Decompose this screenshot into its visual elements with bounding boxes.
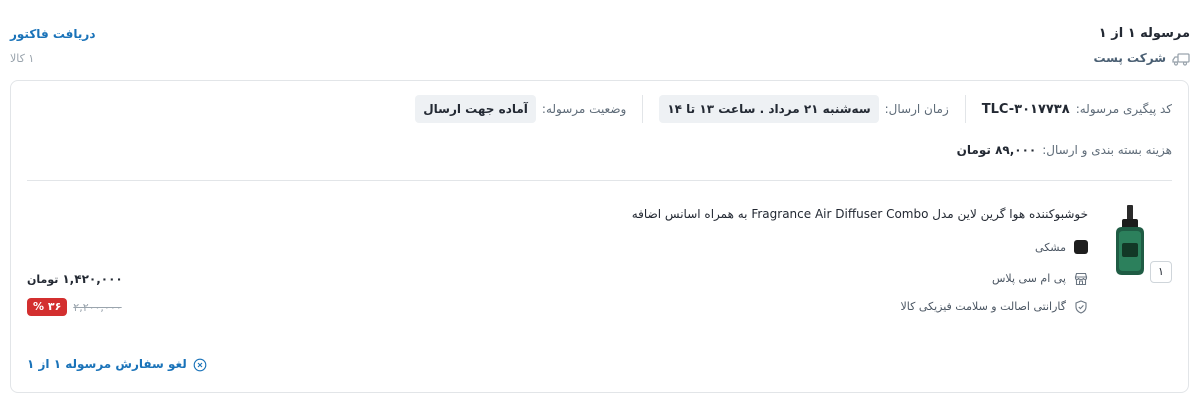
product-title[interactable]: خوشبوکننده هوا گرین لاین مدل Fragrance A… xyxy=(632,207,1088,221)
product-warranty: گارانتی اصالت و سلامت فیزیکی کالا xyxy=(900,299,1089,314)
tracking-label: کد پیگیری مرسوله: xyxy=(1075,102,1172,116)
product-price: ۱,۴۲۰,۰۰۰ تومان xyxy=(27,272,123,286)
section-divider xyxy=(27,180,1172,181)
shipping-cost-label: هزینه بسته بندی و ارسال: xyxy=(1042,143,1172,157)
tracking-info: کد پیگیری مرسوله: TLC-۳۰۱۷۷۳۸ xyxy=(982,102,1172,117)
status-label: وضعیت مرسوله: xyxy=(541,102,627,116)
product-image[interactable] xyxy=(1112,203,1148,279)
color-label: مشکی xyxy=(1035,240,1066,254)
warranty-label: گارانتی اصالت و سلامت فیزیکی کالا xyxy=(900,299,1067,313)
product-color: مشکی xyxy=(1035,240,1088,254)
divider xyxy=(642,95,644,123)
shipment-header: مرسوله ۱ از ۱ شرکت پست xyxy=(1093,25,1190,66)
color-swatch xyxy=(1074,240,1088,254)
carrier-name: شرکت پست xyxy=(1093,51,1166,65)
status-info: وضعیت مرسوله: آماده جهت ارسال xyxy=(415,95,626,123)
shipping-cost-value: ۸۹,۰۰۰ تومان xyxy=(956,143,1037,157)
shipment-title: مرسوله ۱ از ۱ xyxy=(1098,26,1190,41)
seller-name: پی ام سی پلاس xyxy=(991,271,1066,285)
shipment-card: کد پیگیری مرسوله: TLC-۳۰۱۷۷۳۸ زمان ارسال… xyxy=(10,80,1189,393)
truck-icon xyxy=(1172,51,1190,66)
shipment-info-row: کد پیگیری مرسوله: TLC-۳۰۱۷۷۳۸ زمان ارسال… xyxy=(415,95,1172,123)
invoice-header: دریافت فاکتور ۱ کالا xyxy=(10,26,96,65)
tracking-code: TLC-۳۰۱۷۷۳۸ xyxy=(981,101,1070,117)
product-seller: پی ام سی پلاس xyxy=(991,271,1088,286)
quantity-badge: ۱ xyxy=(1150,261,1172,283)
close-circle-icon xyxy=(193,357,207,372)
store-icon xyxy=(1074,271,1088,286)
discount-row: ۳۶ % ۲,۲۰۰,۰۰۰ xyxy=(27,298,122,316)
delivery-time-value: سه‌شنبه ۲۱ مرداد . ساعت ۱۳ تا ۱۴ xyxy=(659,95,879,123)
download-invoice-link[interactable]: دریافت فاکتور xyxy=(10,26,96,42)
delivery-time-label: زمان ارسال: xyxy=(884,102,949,116)
cancel-shipment-label: لغو سفارش مرسوله ۱ از ۱ xyxy=(27,357,187,371)
discount-badge: ۳۶ % xyxy=(27,298,68,316)
item-count: ۱ کالا xyxy=(10,52,35,65)
shipping-cost: هزینه بسته بندی و ارسال: ۸۹,۰۰۰ تومان xyxy=(957,143,1172,157)
old-price: ۲,۲۰۰,۰۰۰ xyxy=(73,300,122,314)
delivery-time-info: زمان ارسال: سه‌شنبه ۲۱ مرداد . ساعت ۱۳ ت… xyxy=(659,95,949,123)
status-badge: آماده جهت ارسال xyxy=(415,95,536,123)
shield-check-icon xyxy=(1074,299,1088,314)
divider xyxy=(964,95,966,123)
carrier-row: شرکت پست xyxy=(1093,51,1190,66)
cancel-shipment-button[interactable]: لغو سفارش مرسوله ۱ از ۱ xyxy=(27,357,207,372)
price-currency: تومان xyxy=(27,272,59,286)
price-value: ۱,۴۲۰,۰۰۰ xyxy=(62,272,123,286)
